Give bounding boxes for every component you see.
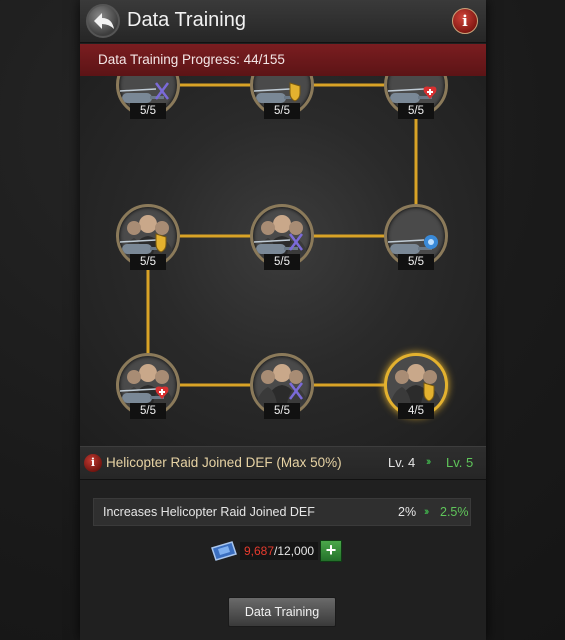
shield-icon bbox=[289, 82, 301, 102]
selected-skill-row: i Helicopter Raid Joined DEF (Max 50%) L… bbox=[80, 446, 486, 480]
resource-amount: 9,687/12,000 bbox=[240, 542, 319, 560]
skill-node-level: 5/5 bbox=[398, 103, 434, 119]
back-arrow-icon bbox=[94, 13, 114, 29]
info-button[interactable]: i bbox=[452, 8, 478, 34]
skill-node-level: 5/5 bbox=[130, 254, 166, 270]
skill-node[interactable]: 4/5 bbox=[384, 353, 448, 419]
info-icon: i bbox=[90, 456, 96, 469]
skill-node-level: 5/5 bbox=[264, 103, 300, 119]
effect-description: Increases Helicopter Raid Joined DEF bbox=[103, 505, 315, 519]
data-training-panel: Data Training i Data Training Progress: … bbox=[80, 0, 486, 640]
next-level: Lv. 5 bbox=[446, 455, 474, 470]
skill-node[interactable]: 5/5 bbox=[384, 76, 448, 119]
header-bar: Data Training i bbox=[80, 0, 486, 43]
skill-node[interactable]: 5/5 bbox=[250, 353, 314, 419]
skill-node-level: 5/5 bbox=[130, 403, 166, 419]
skill-info-button[interactable]: i bbox=[84, 454, 102, 472]
skill-node-level: 5/5 bbox=[264, 403, 300, 419]
blue-orb-icon bbox=[424, 235, 438, 249]
data-training-button[interactable]: Data Training bbox=[228, 597, 336, 627]
skill-node-level: 5/5 bbox=[130, 103, 166, 119]
info-icon: i bbox=[462, 12, 468, 30]
shield-icon bbox=[155, 233, 167, 253]
data-chip-icon bbox=[211, 541, 237, 561]
effect-description-box: Increases Helicopter Raid Joined DEF 2% … bbox=[93, 498, 471, 526]
page-title: Data Training bbox=[127, 9, 246, 31]
skill-node[interactable]: 5/5 bbox=[116, 353, 180, 419]
skill-node[interactable]: 5/5 bbox=[250, 76, 314, 119]
effect-current-value: 2% bbox=[398, 505, 417, 519]
effect-next-value: 2.5% bbox=[440, 505, 469, 519]
add-resource-button[interactable]: + bbox=[320, 540, 342, 562]
skill-node[interactable]: 5/5 bbox=[116, 76, 180, 119]
training-progress-banner: Data Training Progress: 44/155 bbox=[80, 44, 486, 77]
resource-have: 9,687 bbox=[244, 544, 275, 558]
back-button[interactable] bbox=[86, 4, 120, 38]
skill-node-level: 5/5 bbox=[398, 254, 434, 270]
skill-node-level: 5/5 bbox=[264, 254, 300, 270]
skill-node[interactable]: 5/5 bbox=[384, 204, 448, 270]
skill-tree[interactable]: 5/5 5/5 5/5 5/5 5/5 5/5 5/5 5/5 4/5 bbox=[80, 76, 486, 446]
progress-text: Data Training Progress: 44/155 bbox=[98, 52, 285, 67]
current-level: Lv. 4 bbox=[388, 455, 416, 470]
skill-node[interactable]: 5/5 bbox=[250, 204, 314, 270]
skill-name: Helicopter Raid Joined DEF (Max 50%) bbox=[106, 455, 342, 470]
skill-node-level: 4/5 bbox=[398, 403, 434, 419]
resource-required: /12,000 bbox=[274, 544, 315, 558]
skill-node[interactable]: 5/5 bbox=[116, 204, 180, 270]
chevron-right-icon: ›› bbox=[424, 506, 430, 518]
chevron-right-icon: ›› bbox=[426, 456, 432, 468]
shield-icon bbox=[423, 382, 435, 402]
